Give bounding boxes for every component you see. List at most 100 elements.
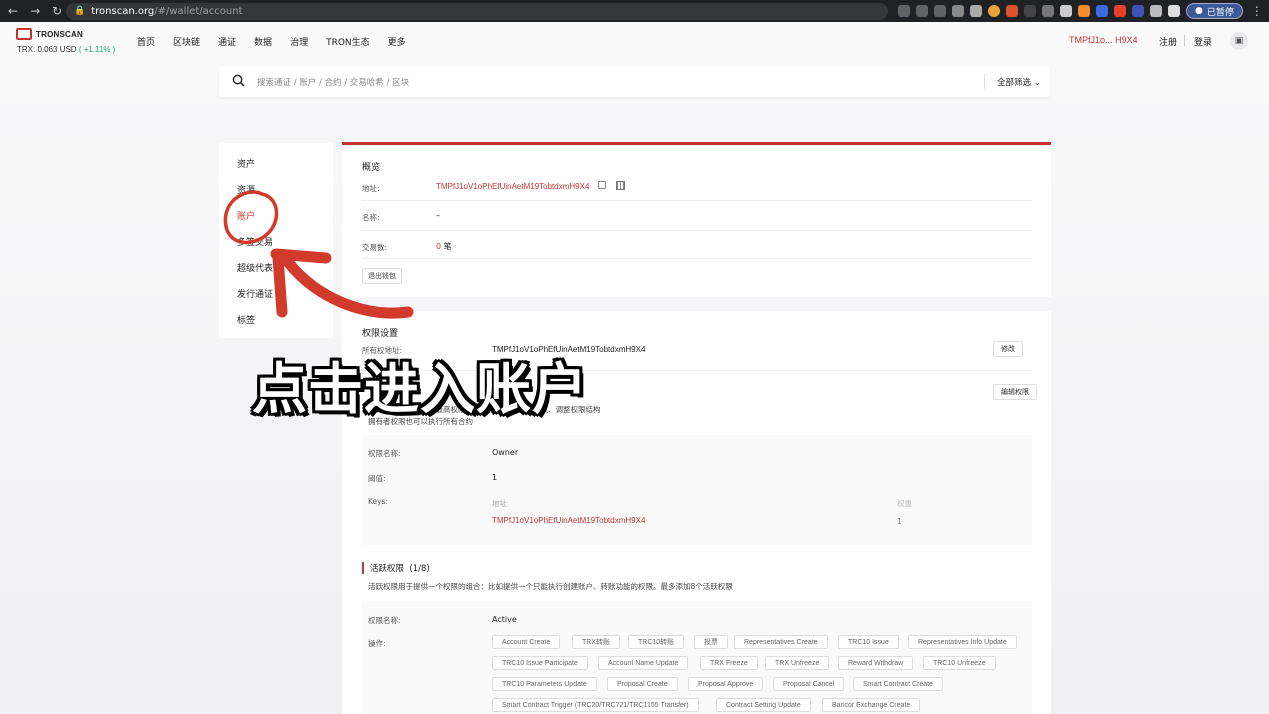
- metamask-icon[interactable]: [1078, 5, 1090, 17]
- active-name-label: 权限名称:: [368, 616, 401, 625]
- edit-permission-button[interactable]: 编辑权限: [993, 384, 1037, 400]
- owner-name-label: 权限名称:: [368, 449, 401, 458]
- account-address[interactable]: TMPfJ1oV1oPhEfUinAetM19TobtdxmH9X4: [436, 182, 589, 191]
- modify-button[interactable]: 修改: [993, 341, 1023, 357]
- divider: [362, 230, 1032, 231]
- extension-icons: [898, 5, 1180, 17]
- search-placeholder[interactable]: 搜索通证 / 账户 / 合约 / 交易哈希 / 区块: [257, 76, 409, 88]
- annotation-caption: 点击进入账户: [252, 357, 589, 421]
- sidepanel-icon[interactable]: [1168, 5, 1180, 17]
- operation-chip: Bancor Exchange Create: [822, 698, 921, 712]
- sidebar-item-super-representatives[interactable]: 超级代表: [237, 261, 273, 274]
- search-bar[interactable]: 搜索通证 / 账户 / 合约 / 交易哈希 / 区块 全部筛选 ⌄: [219, 66, 1050, 97]
- qrcode-icon[interactable]: [616, 181, 625, 190]
- profile-button[interactable]: ● 已暂停: [1186, 3, 1243, 19]
- active-permission-title: 活跃权限 (1/8): [362, 562, 430, 574]
- top-nav: 首页 区块链 通证 数据 治理 TRON生态 更多: [137, 35, 406, 48]
- sidebar-item-issue-token[interactable]: 发行通证: [237, 287, 273, 300]
- tx-count[interactable]: 0: [436, 242, 441, 251]
- name-label: 名称:: [362, 213, 380, 222]
- nav-ecosystem[interactable]: TRON生态: [326, 35, 370, 48]
- search-divider: [984, 74, 985, 89]
- sidebar-item-tags[interactable]: 标签: [237, 313, 255, 326]
- sidebar-item-resources[interactable]: 资源: [237, 183, 255, 196]
- operation-chip: Account Name Update: [598, 656, 689, 670]
- more-menu-icon[interactable]: ⋮: [1251, 4, 1263, 18]
- operations-label: 操作:: [368, 639, 386, 648]
- header-divider: [1184, 35, 1185, 46]
- account-name: –: [436, 211, 440, 220]
- operation-chip: TRC10 Unfreeze: [923, 656, 996, 670]
- extension-dark-icon[interactable]: [1024, 5, 1036, 17]
- browser-nav: ← → ↻: [0, 4, 62, 18]
- sidebar-item-multisig[interactable]: 多签交易: [237, 235, 273, 248]
- active-count: (1/8): [409, 564, 430, 574]
- lock-icon: 🔒: [74, 6, 86, 16]
- nav-blockchain[interactable]: 区块链: [173, 35, 200, 48]
- forward-icon[interactable]: →: [30, 4, 40, 18]
- operation-chip: Account Create: [492, 635, 561, 649]
- extension-v-icon[interactable]: [952, 5, 964, 17]
- operation-chip: TRC10 Issue: [838, 635, 899, 649]
- register-link[interactable]: 注册: [1159, 35, 1177, 48]
- reload-icon[interactable]: ↻: [52, 4, 62, 18]
- extension-square-icon[interactable]: [970, 5, 982, 17]
- address-bar[interactable]: 🔒 tronscan.org /#/wallet/account: [66, 2, 888, 20]
- operation-chip: Smart Contract Create: [853, 677, 944, 691]
- sidebar-item-assets[interactable]: 资产: [237, 157, 255, 170]
- extension-red-icon[interactable]: [1006, 5, 1018, 17]
- puzzle-icon[interactable]: [1150, 5, 1162, 17]
- extension-cookie-icon[interactable]: [988, 5, 1000, 17]
- tronscan-cube-icon: [16, 28, 32, 40]
- url-host: tronscan.org: [91, 5, 155, 17]
- extension-tool-icon[interactable]: [1060, 5, 1072, 17]
- key-weight: 1: [897, 517, 902, 526]
- extension-arrow-icon[interactable]: [1042, 5, 1054, 17]
- extension-purple-icon[interactable]: [1132, 5, 1144, 17]
- search-filter-label: 全部筛选: [997, 78, 1032, 88]
- operation-chip: TRX Freeze: [700, 656, 758, 670]
- keys-address-header: 地址: [492, 499, 507, 508]
- operation-chip: TRC10 Parameters Update: [492, 677, 597, 691]
- login-link[interactable]: 登录: [1194, 35, 1212, 48]
- operation-chip: Smart Contract Trigger (TRC20/TRC721/TRC…: [492, 698, 699, 712]
- tronscan-logo[interactable]: TRONSCAN: [16, 28, 83, 40]
- extension-u-icon[interactable]: [1114, 5, 1126, 17]
- divider: [362, 200, 1032, 201]
- operation-chip: TRX转账: [572, 635, 620, 649]
- key-address[interactable]: TMPfJ1oV1oPhEfUinAetM19TobtdxmH9X4: [492, 516, 645, 525]
- permissions-title: 权限设置: [362, 329, 399, 339]
- account-link[interactable]: TMPfJ1o... H9X4: [1069, 35, 1138, 45]
- trx-price-change: ( +1.11% ): [78, 45, 116, 54]
- operation-chip: Reward Withdraw: [838, 656, 914, 670]
- star-icon[interactable]: [934, 5, 946, 17]
- nav-governance[interactable]: 治理: [290, 35, 308, 48]
- operation-chip: Proposal Cancel: [773, 677, 845, 691]
- url-path: /#/wallet/account: [154, 5, 243, 17]
- nav-tokens[interactable]: 通证: [218, 35, 236, 48]
- logout-wallet-button[interactable]: 退出钱包: [362, 268, 402, 284]
- nav-more[interactable]: 更多: [388, 35, 406, 48]
- nav-data[interactable]: 数据: [254, 35, 272, 48]
- operation-chip: Representatives Info Update: [908, 635, 1017, 649]
- sidebar-item-account[interactable]: 账户: [237, 209, 255, 222]
- back-icon[interactable]: ←: [8, 4, 18, 18]
- operation-chip: Proposal Approve: [688, 677, 764, 691]
- address-label: 地址:: [362, 184, 380, 193]
- nav-home[interactable]: 首页: [137, 35, 155, 48]
- browser-toolbar: ← → ↻ 🔒 tronscan.org /#/wallet/account ●…: [0, 0, 1269, 22]
- translate-icon[interactable]: [898, 5, 910, 17]
- search-filter-dropdown[interactable]: 全部筛选 ⌄: [997, 76, 1041, 88]
- profile-avatar-icon: ●: [1195, 6, 1203, 16]
- threshold-value: 1: [492, 473, 498, 482]
- owner-name: Owner: [492, 448, 519, 457]
- copy-icon[interactable]: [598, 181, 606, 189]
- extension-blue-icon[interactable]: [1096, 5, 1108, 17]
- logo-text: TRONSCAN: [36, 29, 83, 39]
- share-icon[interactable]: [916, 5, 928, 17]
- wallet-icon[interactable]: ▣: [1230, 32, 1248, 50]
- overview-card: 概览 地址: TMPfJ1oV1oPhEfUinAetM19TobtdxmH9X…: [342, 145, 1051, 297]
- search-icon: [232, 74, 245, 87]
- chevron-down-icon: ⌄: [1033, 78, 1041, 88]
- operation-chip: Proposal Create: [607, 677, 678, 691]
